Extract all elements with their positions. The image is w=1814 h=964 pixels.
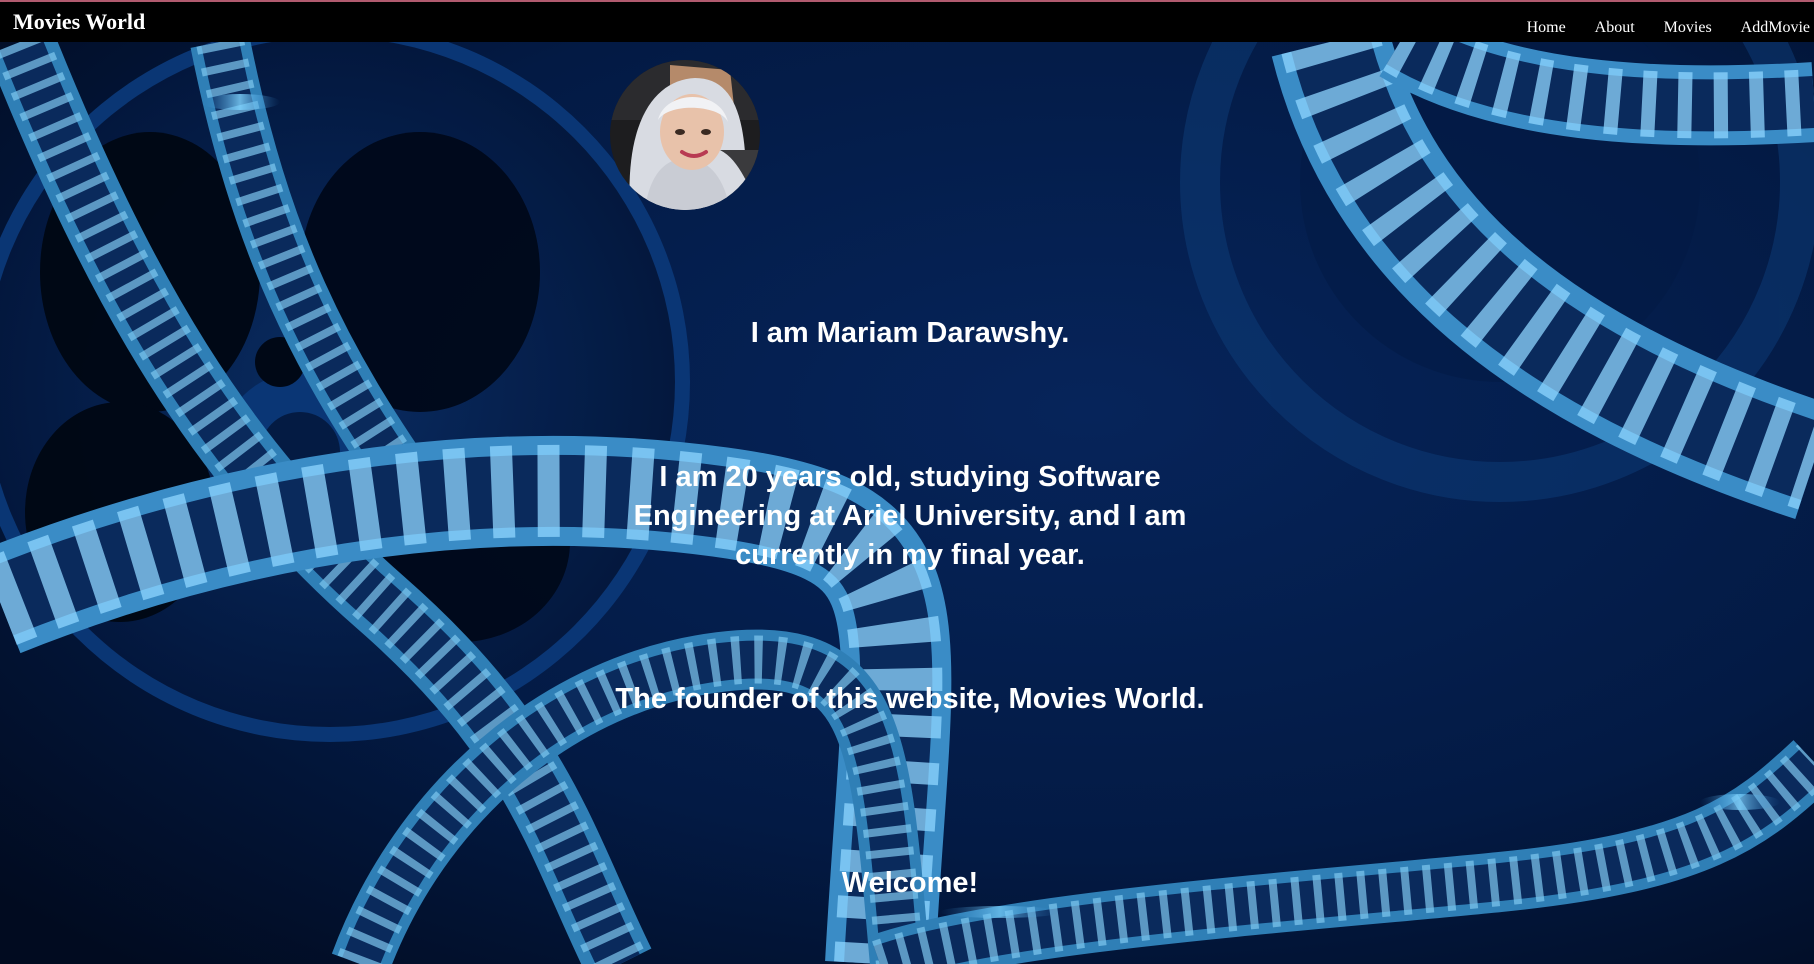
nav-link-about[interactable]: About (1595, 19, 1635, 37)
about-founder-line: The founder of this website, Movies Worl… (615, 683, 1205, 715)
about-bio-line: I am 20 years old, studying Software Eng… (633, 461, 1187, 571)
nav-link-movies[interactable]: Movies (1664, 19, 1712, 37)
about-page: Movies World Home About Movies AddMovie … (0, 0, 1814, 964)
site-brand[interactable]: Movies World (13, 9, 145, 35)
profile-photo-icon (610, 60, 760, 210)
profile-avatar (610, 60, 760, 210)
about-welcome-line: Welcome! (841, 867, 979, 899)
nav-link-home[interactable]: Home (1527, 19, 1566, 37)
nav-links: Home About Movies AddMovie (1498, 19, 1814, 37)
top-navbar: Movies World Home About Movies AddMovie (0, 0, 1814, 42)
nav-link-addmovie[interactable]: AddMovie (1741, 19, 1810, 37)
about-name-line: I am Mariam Darawshy. (750, 317, 1070, 349)
